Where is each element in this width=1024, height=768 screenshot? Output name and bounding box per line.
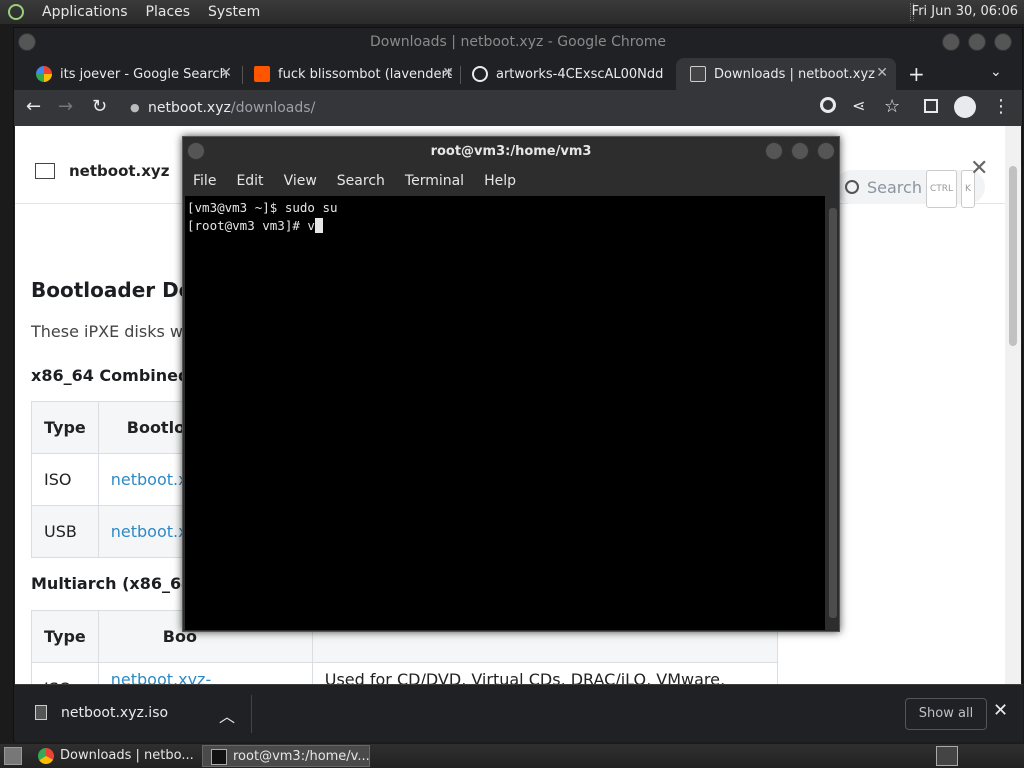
tab-artworks[interactable]: artworks-4CExscAL00Ndd [458, 58, 678, 90]
url-host: netboot.xyz [148, 100, 231, 116]
cell-description: Used for CD/DVD, Virtual CDs, DRAC/iLO, … [311, 662, 778, 684]
google-lens-icon[interactable] [820, 97, 836, 113]
clock[interactable]: Fri Jun 30, 06:06 [912, 4, 1018, 19]
close-window-button[interactable] [994, 33, 1012, 51]
back-icon[interactable]: ← [26, 96, 41, 117]
site-name: netboot.xyz [69, 162, 170, 180]
share-icon[interactable]: ⋖ [852, 96, 865, 115]
url-path: /downloads/ [230, 100, 316, 116]
cell-type: USB [31, 505, 99, 558]
tab-soundcloud[interactable]: fuck blissombot (lavendert ✕ [240, 58, 462, 90]
menu-kebab-icon[interactable]: ⋮ [992, 96, 1010, 117]
download-filename: netboot.xyz.iso [61, 705, 169, 721]
terminal-window: root@vm3:/home/vm3 File Edit View Search… [182, 136, 840, 632]
download-item[interactable]: netboot.xyz.iso [35, 705, 168, 721]
system-menu[interactable]: System [208, 4, 260, 20]
download-bar: netboot.xyz.iso ︿ Show all ✕ [15, 684, 1023, 742]
new-tab-button[interactable]: + [908, 62, 925, 86]
col-header-type: Type [31, 401, 99, 454]
taskbar-label: root@vm3:/home/v... [233, 749, 370, 764]
terminal-icon [211, 749, 227, 765]
minimize-button[interactable] [942, 33, 960, 51]
close-tab-icon[interactable]: ✕ [442, 65, 454, 81]
page-scrollbar[interactable] [1005, 126, 1021, 684]
site-logo[interactable]: netboot.xyz [35, 162, 169, 180]
menu-terminal[interactable]: Terminal [405, 173, 464, 189]
docs-search-button[interactable]: Search CTRL K [835, 170, 985, 208]
show-all-button[interactable]: Show all [905, 698, 987, 730]
terminal-screen[interactable]: [vm3@vm3 ~]$ sudo su [root@vm3 vm3]# v [185, 196, 825, 630]
menu-edit[interactable]: Edit [236, 173, 263, 189]
menu-file[interactable]: File [193, 173, 216, 189]
col-header-type: Type [31, 610, 99, 663]
lock-icon: ● [130, 101, 140, 114]
top-panel: Applications Places System Fri Jun 30, 0… [0, 0, 1024, 24]
tab-label: its joever - Google Search [60, 66, 228, 82]
close-banner-icon[interactable]: ✕ [970, 156, 988, 181]
tab-downloads-active[interactable]: Downloads | netboot.xyz ✕ [676, 58, 896, 90]
netboot-logo-icon [35, 163, 55, 179]
cell-type: ISO [31, 662, 99, 684]
window-title: Downloads | netboot.xyz - Google Chrome [369, 34, 667, 50]
applications-menu[interactable]: Applications [42, 4, 128, 20]
tab-label: Downloads | netboot.xyz [714, 66, 875, 82]
taskbar-label: Downloads | netbo... [60, 748, 194, 763]
menu-view[interactable]: View [284, 173, 317, 189]
side-panel-icon[interactable] [924, 99, 938, 113]
places-menu[interactable]: Places [146, 4, 191, 20]
netboot-icon [690, 66, 706, 82]
chrome-icon [38, 748, 54, 764]
cell-type: ISO [31, 453, 99, 506]
bookmark-star-icon[interactable]: ☆ [884, 96, 900, 117]
close-window-button[interactable] [817, 142, 835, 160]
close-download-bar-icon[interactable]: ✕ [993, 700, 1008, 721]
terminal-title: root@vm3:/home/vm3 [430, 144, 592, 159]
menu-help[interactable]: Help [484, 173, 516, 189]
search-label: Search [867, 178, 922, 197]
address-bar[interactable]: ● netboot.xyz/downloads/ [122, 94, 842, 122]
globe-icon [472, 66, 488, 82]
tab-strip: its joever - Google Search ✕ fuck blisso… [14, 58, 1022, 90]
download-divider [251, 695, 252, 733]
file-icon [35, 705, 47, 720]
forward-icon[interactable]: → [58, 96, 73, 117]
download-options-chevron-icon[interactable]: ︿ [219, 703, 235, 727]
menu-search[interactable]: Search [337, 173, 385, 189]
terminal-line: [vm3@vm3 ~]$ sudo su [187, 200, 338, 215]
maximize-button[interactable] [968, 33, 986, 51]
close-tab-icon[interactable]: ✕ [876, 65, 888, 81]
show-desktop-icon[interactable] [4, 747, 22, 765]
tab-label: fuck blissombot (lavendert [278, 66, 452, 82]
multiarch-iso-link[interactable]: netboot.xyz-multiarch.iso [111, 670, 215, 685]
bottom-panel: Downloads | netbo... root@vm3:/home/v... [0, 744, 1024, 768]
terminal-menubar: File Edit View Search Terminal Help [183, 167, 839, 195]
terminal-line-current: [root@vm3 vm3]# v [187, 217, 823, 235]
tab-google-search[interactable]: its joever - Google Search ✕ [22, 58, 240, 90]
minimize-button[interactable] [765, 142, 783, 160]
terminal-scrollbar[interactable] [827, 196, 839, 630]
kbd-ctrl: CTRL [925, 170, 958, 208]
close-tab-icon[interactable]: ✕ [220, 65, 232, 81]
gnome-logo-icon[interactable] [8, 4, 24, 20]
tab-label: artworks-4CExscAL00Ndd [496, 66, 664, 82]
reload-icon[interactable]: ↻ [92, 96, 107, 117]
maximize-button[interactable] [791, 142, 809, 160]
profile-avatar-icon[interactable] [954, 96, 976, 118]
taskbar-item-terminal[interactable]: root@vm3:/home/v... [202, 745, 370, 767]
text-cursor [314, 218, 323, 233]
tab-search-chevron-icon[interactable]: ⌄ [990, 64, 1002, 80]
search-icon [845, 180, 859, 194]
soundcloud-icon [254, 66, 270, 82]
taskbar-item-chrome[interactable]: Downloads | netbo... [30, 745, 200, 767]
google-icon [36, 66, 52, 82]
workspace-switcher[interactable] [936, 746, 958, 766]
terminal-prompt-text: [root@vm3 vm3]# v [187, 218, 315, 233]
browser-toolbar: ← → ↻ ● netboot.xyz/downloads/ ⋖ ☆ ⋮ [14, 90, 1022, 126]
